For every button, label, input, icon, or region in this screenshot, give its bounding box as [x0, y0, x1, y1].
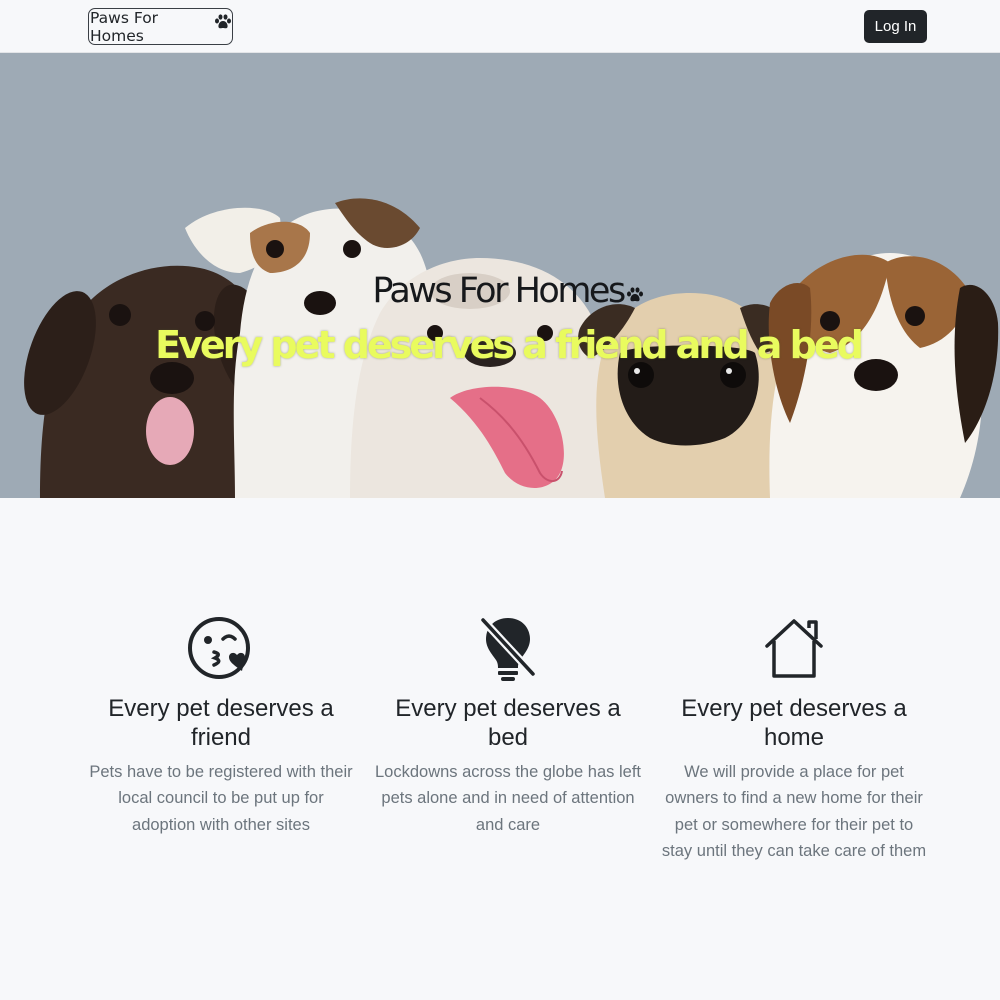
feature-text: Pets have to be registered with their lo… — [89, 763, 353, 834]
navbar: Paws For Homes Log In — [0, 0, 1000, 53]
house-icon — [765, 619, 823, 678]
feature-bed: Every pet deserves a bed Lockdowns acros… — [373, 614, 643, 838]
hero-banner: Paws For Homes Every pet deserves a frie… — [0, 53, 1000, 498]
hero-tagline: Every pet deserves a friend and a bed — [155, 323, 864, 367]
paw-icon — [214, 13, 232, 34]
brand-name: Paws For Homes — [90, 8, 159, 45]
login-button[interactable]: Log In — [864, 10, 927, 43]
lightbulb-off-icon — [480, 617, 536, 681]
feature-home: Every pet deserves a home We will provid… — [659, 614, 929, 865]
feature-text: We will provide a place for pet owners t… — [661, 763, 927, 861]
hero-title-text: Paws For Homes — [372, 271, 626, 311]
feature-friend: Every pet deserves a friend Pets have to… — [86, 614, 356, 838]
paw-icon — [626, 273, 644, 313]
feature-text: Lockdowns across the globe has left pets… — [375, 763, 641, 834]
feature-heading: Every pet deserves a friend — [108, 695, 334, 751]
kiss-wink-heart-icon — [188, 617, 250, 679]
feature-heading: Every pet deserves a home — [681, 695, 907, 751]
hero-title: Paws For Homes — [0, 271, 1000, 313]
brand-link[interactable]: Paws For Homes — [88, 8, 233, 45]
feature-heading: Every pet deserves a bed — [395, 695, 621, 751]
